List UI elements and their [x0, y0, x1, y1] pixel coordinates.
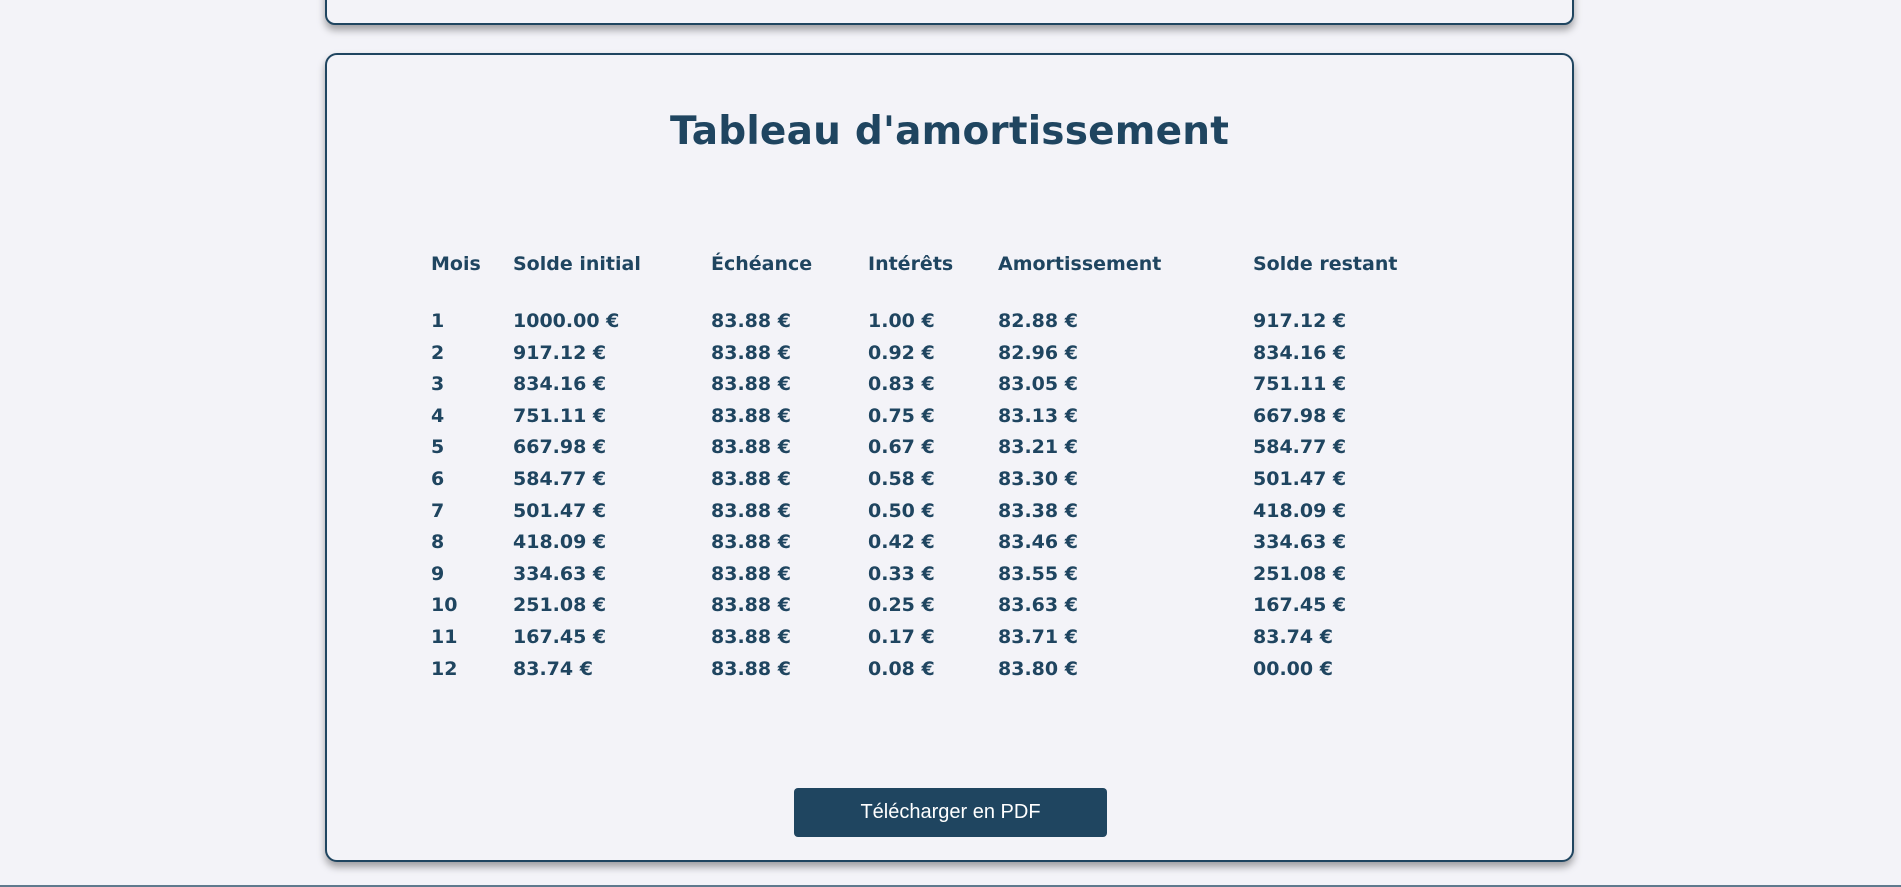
cell-month: 2 [431, 341, 445, 364]
cell-month: 6 [431, 467, 445, 490]
table-body: 1 1000.00 €83.88 €1.00 €82.88 €917.12 €2 9… [431, 310, 1431, 689]
cell-amortization: 83.80 € [998, 657, 1078, 680]
cell-amortization: 83.71 € [998, 625, 1078, 648]
header-amortization: Amortissement [998, 253, 1162, 275]
cell-remaining-balance: 501.47 € [1253, 467, 1347, 490]
cell-interest: 0.17 € [868, 625, 935, 648]
table-row: 1 1000.00 € 83.88 € 1.00 € 82.88 € 917.12 € [431, 310, 1431, 342]
cell-month: 11 [431, 625, 458, 648]
page: Tableau d'amortissement Mois Solde initi… [0, 0, 1901, 887]
cell-remaining-balance: 834.16 € [1253, 341, 1347, 364]
table-row: 5 667.98 € 83.88 € 0.67 € 83.21 € 584.77 € [431, 436, 1431, 468]
cell-amortization: 82.96 € [998, 341, 1078, 364]
cell-payment: 83.88 € [711, 594, 791, 617]
cell-month: 8 [431, 531, 445, 554]
cell-payment: 83.88 € [711, 341, 791, 364]
cell-interest: 0.75 € [868, 404, 935, 427]
cell-initial-balance: 501.47 € [513, 499, 607, 522]
header-remaining-balance: Solde restant [1253, 253, 1398, 275]
header-interest: Intérêts [868, 253, 954, 275]
cell-remaining-balance: 917.12 € [1253, 310, 1347, 332]
cell-interest: 0.58 € [868, 467, 935, 490]
cell-month: 5 [431, 436, 445, 459]
cell-remaining-balance: 334.63 € [1253, 531, 1347, 554]
table-row: 8 418.09 € 83.88 € 0.42 € 83.46 € 334.63 € [431, 531, 1431, 563]
cell-remaining-balance: 584.77 € [1253, 436, 1347, 459]
cell-interest: 0.08 € [868, 657, 935, 680]
cell-remaining-balance: 167.45 € [1253, 594, 1347, 617]
cell-remaining-balance: 83.74 € [1253, 625, 1333, 648]
table-row: 3 834.16 € 83.88 € 0.83 € 83.05 € 751.11 € [431, 373, 1431, 405]
cell-remaining-balance: 00.00 € [1253, 657, 1333, 680]
cell-month: 12 [431, 657, 458, 680]
table-row: 2 917.12 € 83.88 € 0.92 € 82.96 € 834.16 € [431, 342, 1431, 374]
cell-amortization: 83.46 € [998, 531, 1078, 554]
table-row: 10 251.08 € 83.88 € 0.25 € 83.63 € 167.45 € [431, 594, 1431, 626]
card-title: Tableau d'amortissement [669, 109, 1230, 154]
cell-payment: 83.88 € [711, 562, 791, 585]
cell-remaining-balance: 418.09 € [1253, 499, 1347, 522]
cell-amortization: 83.63 € [998, 594, 1078, 617]
cell-payment: 83.88 € [711, 404, 791, 427]
cell-interest: 0.42 € [868, 531, 935, 554]
cell-initial-balance: 334.63 € [513, 562, 607, 585]
cell-month: 1 [431, 310, 445, 332]
cell-amortization: 82.88 € [998, 310, 1078, 332]
cell-initial-balance: 167.45 € [513, 625, 607, 648]
header-initial-balance: Solde initial [513, 253, 641, 275]
cell-payment: 83.88 € [711, 625, 791, 648]
previous-card [325, 0, 1574, 25]
cell-interest: 0.92 € [868, 341, 935, 364]
cell-initial-balance: 917.12 € [513, 341, 607, 364]
cell-payment: 83.88 € [711, 499, 791, 522]
table-row: 7 501.47 € 83.88 € 0.50 € 83.38 € 418.09 € [431, 500, 1431, 532]
cell-amortization: 83.05 € [998, 373, 1078, 396]
table-header-row: Mois Solde initial Échéance Intérêts Amo… [431, 253, 1431, 310]
amortization-table: Mois Solde initial Échéance Intérêts Amo… [431, 253, 1431, 689]
cell-remaining-balance: 667.98 € [1253, 404, 1347, 427]
cell-interest: 0.67 € [868, 436, 935, 459]
cell-initial-balance: 834.16 € [513, 373, 607, 396]
cell-interest: 0.50 € [868, 499, 935, 522]
cell-month: 9 [431, 562, 445, 585]
cell-month: 3 [431, 373, 445, 396]
cell-payment: 83.88 € [711, 310, 791, 332]
table-row: 11 167.45 € 83.88 € 0.17 € 83.71 € 83.74 € [431, 626, 1431, 658]
cell-amortization: 83.38 € [998, 499, 1078, 522]
cell-payment: 83.88 € [711, 373, 791, 396]
cell-amortization: 83.55 € [998, 562, 1078, 585]
cell-amortization: 83.13 € [998, 404, 1078, 427]
cell-month: 10 [431, 594, 458, 617]
cell-month: 4 [431, 404, 445, 427]
cell-amortization: 83.30 € [998, 467, 1078, 490]
cell-initial-balance: 251.08 € [513, 594, 607, 617]
amortization-card: Tableau d'amortissement Mois Solde initi… [325, 53, 1574, 862]
cell-payment: 83.88 € [711, 657, 791, 680]
cell-remaining-balance: 751.11 € [1253, 373, 1347, 396]
table-row: 9 334.63 € 83.88 € 0.33 € 83.55 € 251.08 € [431, 563, 1431, 595]
cell-initial-balance: 751.11 € [513, 404, 607, 427]
cell-payment: 83.88 € [711, 467, 791, 490]
cell-interest: 0.83 € [868, 373, 935, 396]
cell-initial-balance: 418.09 € [513, 531, 607, 554]
cell-remaining-balance: 251.08 € [1253, 562, 1347, 585]
download-pdf-button[interactable]: Télécharger en PDF [794, 788, 1107, 837]
cell-interest: 0.33 € [868, 562, 935, 585]
header-payment: Échéance [711, 253, 813, 275]
table-row: 4 751.11 € 83.88 € 0.75 € 83.13 € 667.98 € [431, 405, 1431, 437]
cell-initial-balance: 667.98 € [513, 436, 607, 459]
cell-amortization: 83.21 € [998, 436, 1078, 459]
cell-interest: 1.00 € [868, 310, 935, 332]
cell-initial-balance: 584.77 € [513, 467, 607, 490]
cell-payment: 83.88 € [711, 436, 791, 459]
cell-interest: 0.25 € [868, 594, 935, 617]
cell-initial-balance: 1000.00 € [513, 310, 620, 332]
cell-month: 7 [431, 499, 445, 522]
table-row: 6 584.77 € 83.88 € 0.58 € 83.30 € 501.47 € [431, 468, 1431, 500]
cell-payment: 83.88 € [711, 531, 791, 554]
header-month: Mois [431, 253, 481, 275]
table-row: 12 83.74 € 83.88 € 0.08 € 83.80 € 00.00 € [431, 658, 1431, 690]
cell-initial-balance: 83.74 € [513, 657, 593, 680]
